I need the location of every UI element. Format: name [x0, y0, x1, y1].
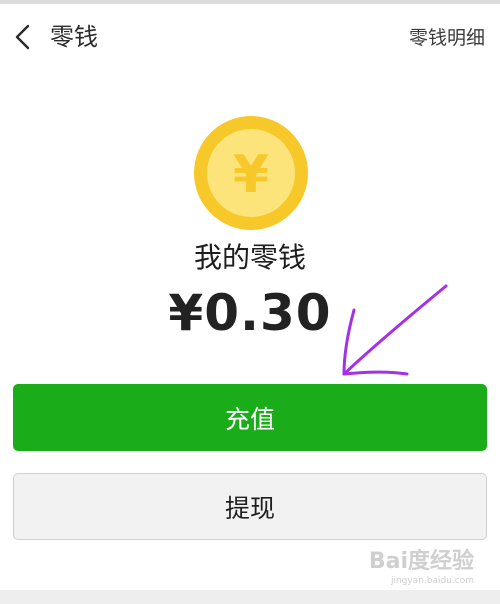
recharge-button-label: 充值 — [224, 404, 275, 434]
chevron-left-icon — [15, 24, 30, 50]
watermark-logo: Bai度经验 — [368, 549, 474, 574]
bottom-strip — [0, 590, 500, 604]
watermark-url: jingyan.baidu.com — [390, 576, 474, 586]
withdraw-button[interactable]: 提现 — [13, 473, 487, 540]
coin-icon: ¥ — [194, 116, 308, 230]
back-button[interactable] — [8, 18, 38, 56]
coin-symbol: ¥ — [233, 145, 269, 205]
page-title: 零钱 — [50, 23, 98, 51]
balance-amount: ¥0.30 — [168, 284, 332, 342]
withdraw-button-label: 提现 — [224, 493, 275, 523]
balance-details-link[interactable]: 零钱明细 — [409, 25, 485, 51]
balance-label: 我的零钱 — [193, 241, 306, 274]
header-bar: 零钱 零钱明细 — [0, 4, 500, 70]
recharge-button[interactable]: 充值 — [13, 384, 487, 451]
